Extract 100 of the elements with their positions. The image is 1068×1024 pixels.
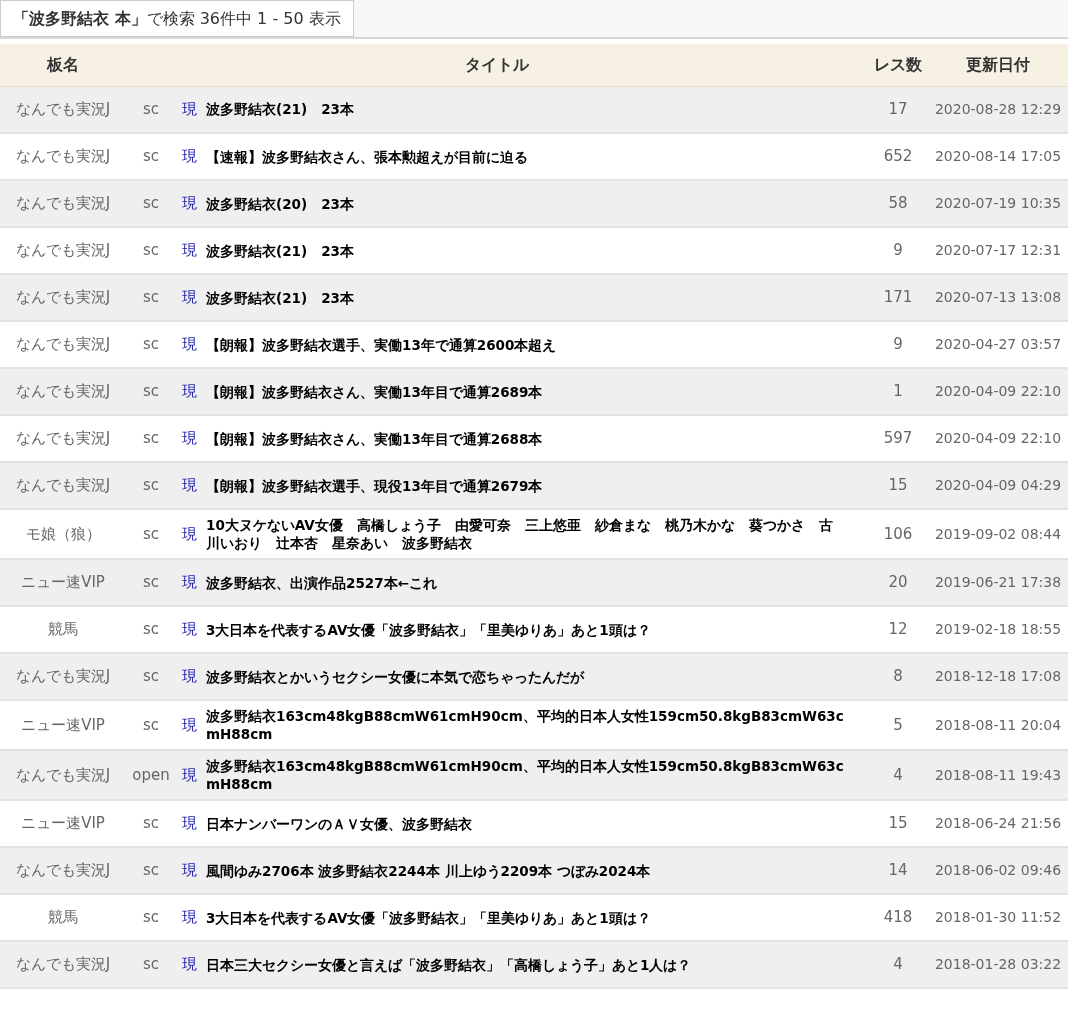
- reply-count: 15: [888, 476, 908, 495]
- thread-title[interactable]: 3大日本を代表するAV女優「波多野結衣」「里美ゆりあ」あと1頭は？: [206, 620, 844, 639]
- thread-title[interactable]: 風間ゆみ2706本 波多野結衣2244本 川上ゆう2209本 つぼみ2024本: [206, 861, 844, 880]
- current-link[interactable]: 現: [181, 908, 197, 927]
- board-name: なんでも実況J: [15, 476, 111, 495]
- reply-count: 5: [893, 715, 903, 734]
- thread-title[interactable]: 【朗報】波多野結衣さん、実働13年目で通算2688本: [206, 429, 844, 448]
- current-link[interactable]: 現: [181, 524, 197, 543]
- server-label: sc: [142, 335, 160, 354]
- updated-date: 2019-09-02 08:44: [934, 525, 1062, 542]
- updated-date: 2020-04-27 03:57: [934, 336, 1062, 352]
- server-label: sc: [142, 620, 160, 639]
- reply-count: 9: [893, 241, 903, 260]
- server-label: sc: [142, 100, 160, 118]
- current-link[interactable]: 現: [181, 955, 197, 974]
- server-label: sc: [142, 524, 160, 543]
- server-label: sc: [142, 908, 160, 927]
- updated-date: 2019-06-21 17:38: [934, 574, 1062, 590]
- board-name: 競馬: [48, 620, 78, 639]
- thread-title[interactable]: 波多野結衣(21) 23本: [206, 241, 844, 260]
- thread-title[interactable]: 波多野結衣163cm48kgB88cmW61cmH90cm、平均的日本人女性159cm50.8kgB83cmW63cmH88cm: [206, 757, 844, 793]
- updated-date: 2020-08-14 17:05: [934, 148, 1062, 164]
- board-name: ニュー速VIP: [21, 814, 105, 833]
- thread-title[interactable]: 波多野結衣163cm48kgB88cmW61cmH90cm、平均的日本人女性159cm50.8kgB83cmW63cmH88cm: [206, 707, 844, 743]
- current-link[interactable]: 現: [181, 100, 197, 118]
- thread-title[interactable]: 波多野結衣、出演作品2527本←これ: [206, 573, 844, 592]
- current-link[interactable]: 現: [181, 620, 197, 639]
- current-link[interactable]: 現: [181, 429, 197, 448]
- board-name: ニュー速VIP: [21, 573, 105, 592]
- column-header: タイトル: [465, 54, 529, 74]
- server-label: sc: [142, 147, 160, 166]
- reply-count: 597: [883, 429, 913, 448]
- current-link[interactable]: 現: [181, 382, 197, 401]
- server-label: sc: [142, 861, 160, 880]
- reply-count: 17: [888, 100, 908, 118]
- board-name: なんでも実況J: [15, 194, 111, 213]
- current-link[interactable]: 現: [181, 573, 197, 592]
- current-link[interactable]: 現: [181, 288, 197, 307]
- server-label: sc: [142, 715, 160, 734]
- updated-date: 2018-08-11 19:43: [934, 766, 1062, 783]
- updated-date: 2020-04-09 22:10: [934, 430, 1062, 446]
- current-link[interactable]: 現: [181, 194, 197, 213]
- board-name: なんでも実況J: [15, 429, 111, 448]
- board-name: なんでも実況J: [15, 765, 111, 784]
- updated-date: 2020-07-13 13:08: [934, 289, 1062, 305]
- column-header: 更新日付: [966, 54, 1030, 74]
- thread-title[interactable]: 10大ヌケないAV女優 高橋しょう子 由愛可奈 三上悠亜 紗倉まな 桃乃木かな 葵つかさ 古川いおり 辻本杏 星奈あい 波多野結衣: [206, 516, 844, 552]
- thread-title[interactable]: 日本ナンバーワンのＡＶ女優、波多野結衣: [206, 814, 844, 833]
- reply-count: 652: [883, 147, 913, 166]
- reply-count: 418: [883, 908, 913, 927]
- reply-count: 4: [893, 955, 903, 974]
- updated-date: 2018-01-30 11:52: [934, 909, 1062, 925]
- current-link[interactable]: 現: [181, 715, 197, 734]
- board-name: なんでも実況J: [15, 955, 111, 974]
- board-name: なんでも実況J: [15, 147, 111, 166]
- thread-title[interactable]: 波多野結衣(21) 23本: [206, 100, 844, 119]
- current-link[interactable]: 現: [181, 765, 197, 784]
- board-name: なんでも実況J: [15, 335, 111, 354]
- current-link[interactable]: 現: [181, 667, 197, 686]
- board-name: ニュー速VIP: [21, 715, 105, 734]
- thread-title[interactable]: 波多野結衣(20) 23本: [206, 194, 844, 213]
- thread-title[interactable]: 3大日本を代表するAV女優「波多野結衣」「里美ゆりあ」あと1頭は？: [206, 908, 844, 927]
- current-link[interactable]: 現: [181, 147, 197, 166]
- board-name: なんでも実況J: [15, 241, 111, 260]
- server-label: sc: [142, 667, 160, 686]
- server-label: sc: [142, 955, 160, 974]
- thread-title[interactable]: 【朗報】波多野結衣選手、現役13年目で通算2679本: [206, 476, 844, 495]
- server-label: sc: [142, 476, 160, 495]
- reply-count: 171: [883, 288, 913, 307]
- reply-count: 14: [888, 861, 908, 880]
- current-link[interactable]: 現: [181, 476, 197, 495]
- server-label: sc: [142, 194, 160, 213]
- updated-date: 2020-04-09 04:29: [934, 477, 1062, 493]
- updated-date: 2020-08-28 12:29: [934, 100, 1062, 117]
- thread-title[interactable]: 日本三大セクシー女優と言えば「波多野結衣」「高橋しょう子」あと1人は？: [206, 955, 844, 974]
- reply-count: 12: [888, 620, 908, 639]
- board-name: 競馬: [48, 908, 78, 927]
- updated-date: 2018-08-11 20:04: [934, 716, 1062, 733]
- reply-count: 9: [893, 335, 903, 354]
- search-summary: 「波多野結衣 本」で検索 36件中 1 - 50 表示: [0, 0, 354, 37]
- current-link[interactable]: 現: [181, 335, 197, 354]
- thread-title[interactable]: 【朗報】波多野結衣さん、実働13年目で通算2689本: [206, 382, 844, 401]
- server-label: sc: [142, 382, 160, 401]
- updated-date: 2018-06-02 09:46: [934, 862, 1062, 878]
- thread-title[interactable]: 【朗報】波多野結衣選手、実働13年で通算2600本超え: [206, 335, 844, 354]
- current-link[interactable]: 現: [181, 241, 197, 260]
- updated-date: 2020-07-19 10:35: [934, 195, 1062, 211]
- reply-count: 58: [888, 194, 908, 213]
- thread-title[interactable]: 波多野結衣(21) 23本: [206, 288, 844, 307]
- current-link[interactable]: 現: [181, 861, 197, 880]
- updated-date: 2018-06-24 21:56: [934, 815, 1062, 831]
- thread-title[interactable]: 波多野結衣とかいうセクシー女優に本気で恋ちゃったんだが: [206, 667, 844, 686]
- column-header: 板名: [47, 54, 79, 74]
- server-label: sc: [142, 241, 160, 260]
- reply-count: 106: [883, 524, 913, 543]
- thread-title[interactable]: 【速報】波多野結衣さん、張本勲超えが目前に迫る: [206, 147, 844, 166]
- server-label: sc: [142, 573, 160, 592]
- current-link[interactable]: 現: [181, 814, 197, 833]
- updated-date: 2018-01-28 03:22: [934, 956, 1062, 972]
- board-name: なんでも実況J: [15, 382, 111, 401]
